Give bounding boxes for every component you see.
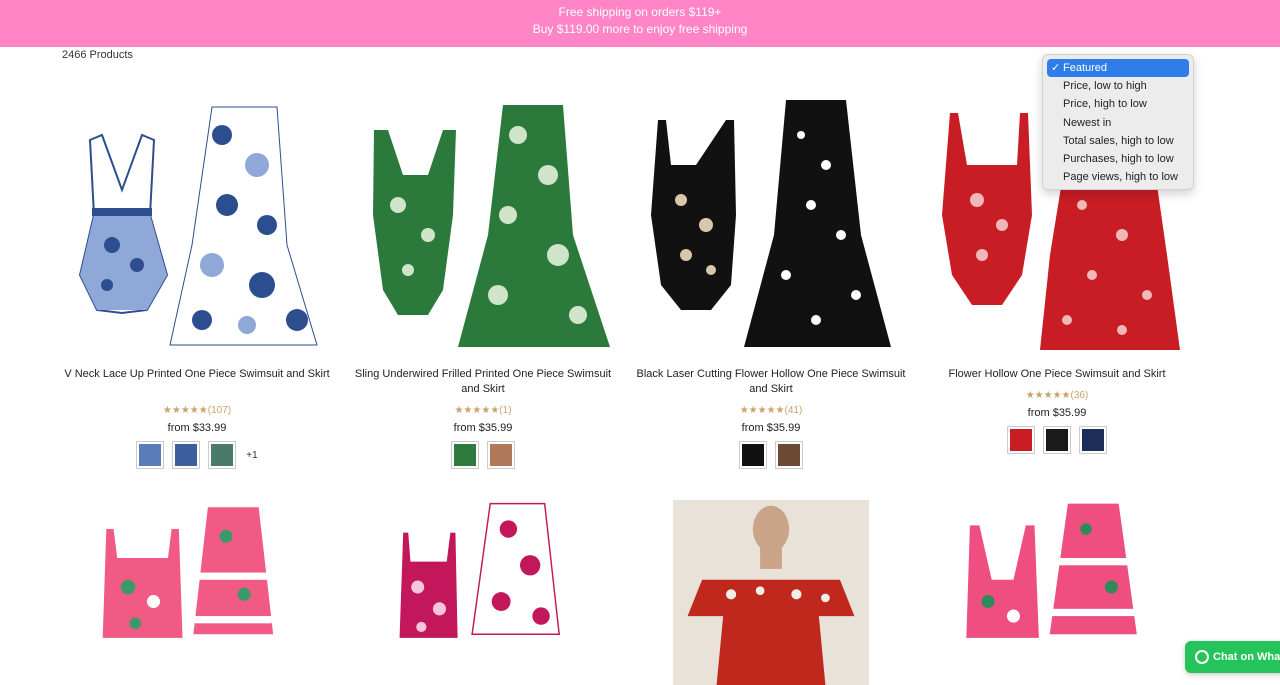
sort-option-label: Page views, high to low <box>1063 171 1178 184</box>
whatsapp-chat-button[interactable]: Chat on Wha <box>1185 641 1280 673</box>
product-image[interactable] <box>636 95 906 350</box>
color-swatch[interactable] <box>739 441 767 469</box>
rating-stars: ★★★★★ <box>739 405 785 416</box>
checkmark-icon: ✓ <box>1051 62 1061 74</box>
product-rating: ★★★★★(41) <box>636 405 906 416</box>
sort-option-label: Price, high to low <box>1063 98 1147 111</box>
color-swatch[interactable] <box>1079 426 1107 454</box>
banner-line-2: Buy $119.00 more to enjoy free shipping <box>532 22 748 36</box>
sort-option-page-views[interactable]: Page views, high to low <box>1047 168 1189 186</box>
chat-button-label: Chat on Wha <box>1213 651 1280 663</box>
review-count: (107) <box>207 405 232 416</box>
sort-option-label: Featured <box>1063 62 1108 74</box>
sort-option-total-sales[interactable]: Total sales, high to low <box>1047 132 1189 150</box>
banner-line-1: Free shipping on orders $119+ <box>558 5 722 19</box>
sort-option-label: Price, low to high <box>1063 80 1147 93</box>
sort-option-label: Purchases, high to low <box>1063 152 1174 165</box>
sort-option-purchases[interactable]: Purchases, high to low <box>1047 150 1189 168</box>
review-count: (1) <box>499 405 512 416</box>
product-image[interactable] <box>62 95 332 350</box>
sort-option-label: Newest in <box>1063 116 1112 129</box>
color-swatch[interactable] <box>1007 426 1035 454</box>
sort-option-label: Total sales, high to low <box>1063 134 1174 147</box>
color-swatch[interactable] <box>172 441 201 469</box>
product-title[interactable]: Flower Hollow One Piece Swimsuit and Ski… <box>922 367 1192 382</box>
product-image[interactable] <box>922 500 1192 685</box>
product-title[interactable]: Black Laser Cutting Flower Hollow One Pi… <box>636 367 906 397</box>
sort-option-featured[interactable]: ✓ Featured <box>1047 59 1189 78</box>
color-swatch[interactable] <box>775 441 803 469</box>
sort-option-newest[interactable]: Newest in <box>1047 114 1189 132</box>
product-rating: ★★★★★(1) <box>348 405 618 416</box>
color-swatches: +1 <box>62 441 332 469</box>
product-rating: ★★★★★(36) <box>922 390 1192 401</box>
color-swatches <box>922 426 1192 454</box>
sort-option-price-low-high[interactable]: Price, low to high <box>1047 77 1189 95</box>
review-count: (36) <box>1070 390 1089 401</box>
more-swatches[interactable]: +1 <box>246 450 257 461</box>
product-image[interactable] <box>62 500 332 685</box>
color-swatch[interactable] <box>136 441 165 469</box>
product-price: from $35.99 <box>741 422 801 434</box>
color-swatch[interactable] <box>208 441 237 469</box>
color-swatch[interactable] <box>487 441 515 469</box>
product-title[interactable]: Sling Underwired Frilled Printed One Pie… <box>348 367 618 397</box>
product-title[interactable]: V Neck Lace Up Printed One Piece Swimsui… <box>62 367 332 382</box>
whatsapp-icon <box>1195 650 1209 665</box>
review-count: (41) <box>784 405 803 416</box>
sort-option-price-high-low[interactable]: Price, high to low <box>1047 95 1189 113</box>
product-rating: ★★★★★(107) <box>62 405 332 416</box>
product-image[interactable] <box>348 95 618 350</box>
product-image[interactable] <box>636 500 906 685</box>
product-image[interactable] <box>348 500 618 685</box>
product-price: from $35.99 <box>453 422 513 434</box>
sort-dropdown-menu: ✓ Featured Price, low to high Price, hig… <box>1042 54 1194 190</box>
color-swatch[interactable] <box>451 441 479 469</box>
color-swatches <box>636 441 906 469</box>
shipping-banner: Free shipping on orders $119+ Buy $119.0… <box>0 0 1280 47</box>
product-price: from $33.99 <box>167 422 227 434</box>
rating-stars: ★★★★★ <box>162 405 208 416</box>
color-swatches <box>348 441 618 469</box>
color-swatch[interactable] <box>1043 426 1071 454</box>
product-count: 2466 Products <box>62 49 133 61</box>
rating-stars: ★★★★★ <box>454 405 500 416</box>
rating-stars: ★★★★★ <box>1025 390 1071 401</box>
product-price: from $35.99 <box>1027 407 1087 419</box>
